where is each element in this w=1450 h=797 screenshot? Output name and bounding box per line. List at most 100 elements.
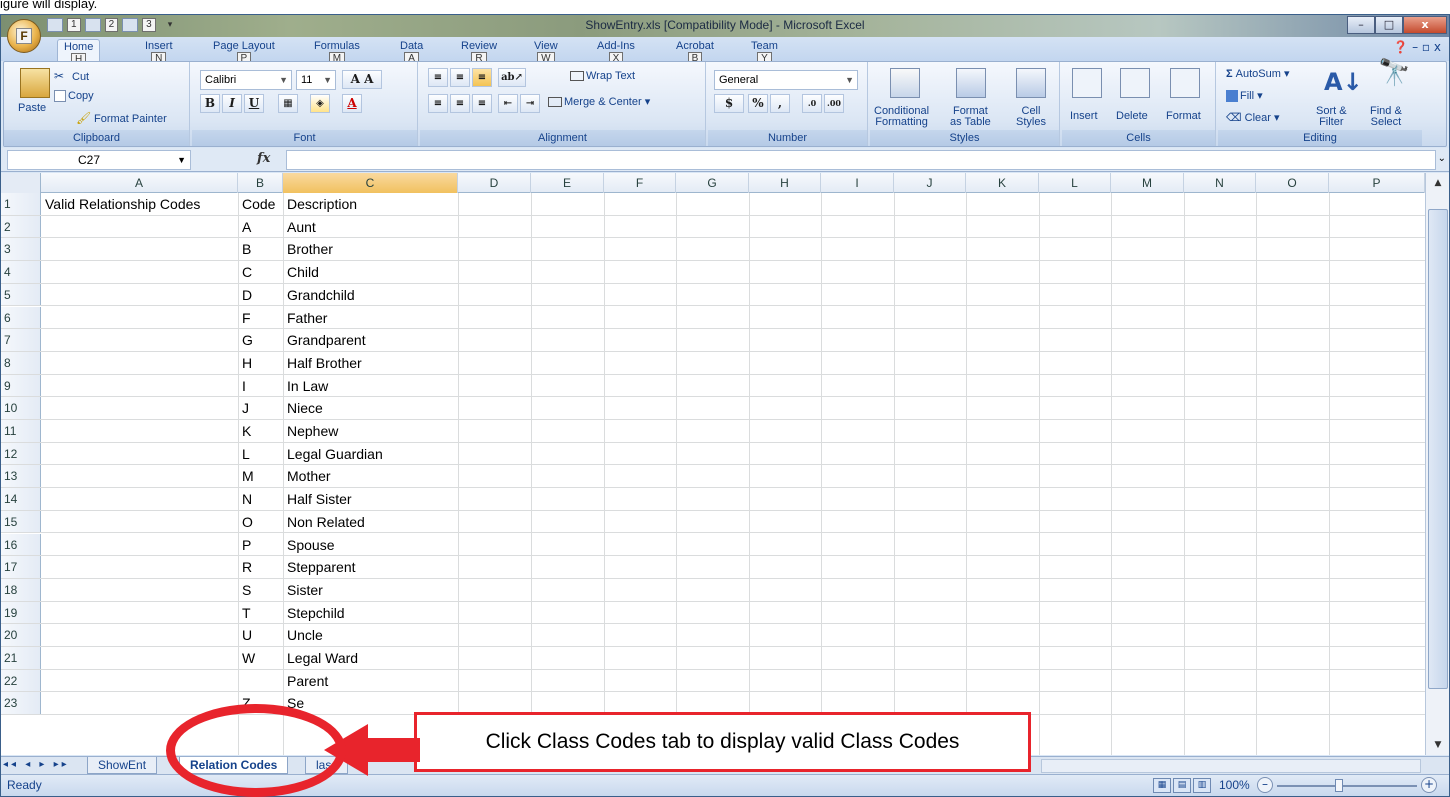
- cell-b[interactable]: P: [238, 534, 283, 556]
- cell-a[interactable]: [41, 670, 238, 692]
- cell-b[interactable]: D: [238, 284, 283, 306]
- cell-c[interactable]: Brother: [283, 238, 458, 260]
- row-header[interactable]: 2: [1, 215, 41, 238]
- column-header-p[interactable]: P: [1329, 173, 1425, 193]
- cell-a[interactable]: Valid Relationship Codes: [41, 193, 238, 215]
- decrease-decimal-icon[interactable]: .00: [824, 94, 844, 113]
- cell-c[interactable]: Grandparent: [283, 329, 458, 351]
- align-bottom-icon[interactable]: ≡: [472, 68, 492, 87]
- row-header[interactable]: 19: [1, 601, 41, 624]
- align-left-icon[interactable]: ≡: [428, 94, 448, 113]
- cell-b[interactable]: I: [238, 375, 283, 397]
- cell-a[interactable]: [41, 261, 238, 283]
- scroll-up-icon[interactable]: ▲: [1428, 175, 1448, 191]
- column-header-h[interactable]: H: [749, 173, 821, 193]
- clear-button[interactable]: ⌫ Clear ▾: [1226, 112, 1280, 125]
- ribbon-restore-icon[interactable]: ▫: [1422, 40, 1430, 54]
- wrap-text-button[interactable]: Wrap Text: [570, 70, 635, 83]
- row-header[interactable]: 18: [1, 578, 41, 601]
- cell-a[interactable]: [41, 488, 238, 510]
- cell-b[interactable]: C: [238, 261, 283, 283]
- cell-c[interactable]: Non Related: [283, 511, 458, 533]
- paste-icon[interactable]: [20, 68, 50, 98]
- cell-c[interactable]: Legal Ward: [283, 647, 458, 669]
- cell-a[interactable]: [41, 511, 238, 533]
- cell-b[interactable]: J: [238, 397, 283, 419]
- zoom-slider-thumb[interactable]: [1335, 779, 1343, 792]
- merge-center-button[interactable]: Merge & Center ▾: [548, 96, 650, 109]
- percent-button[interactable]: %: [748, 94, 768, 113]
- cell-b[interactable]: R: [238, 556, 283, 578]
- cell-c[interactable]: Father: [283, 307, 458, 329]
- cell-c[interactable]: Grandchild: [283, 284, 458, 306]
- cell-a[interactable]: [41, 465, 238, 487]
- align-top-icon[interactable]: ≡: [428, 68, 448, 87]
- column-header-a[interactable]: A: [41, 173, 238, 193]
- find-select-button[interactable]: Find & Select: [1370, 106, 1402, 128]
- cell-a[interactable]: [41, 329, 238, 351]
- cell-a[interactable]: [41, 307, 238, 329]
- cell-b[interactable]: O: [238, 511, 283, 533]
- close-button[interactable]: x: [1403, 16, 1447, 34]
- decrease-indent-icon[interactable]: ⇤: [498, 94, 518, 113]
- cell-c[interactable]: Mother: [283, 465, 458, 487]
- cell-c[interactable]: Niece: [283, 397, 458, 419]
- font-color-icon[interactable]: A: [342, 94, 362, 113]
- italic-button[interactable]: I: [222, 94, 242, 113]
- increase-decimal-icon[interactable]: .0: [802, 94, 822, 113]
- sort-filter-button[interactable]: Sort & Filter: [1316, 106, 1347, 128]
- cell-c[interactable]: Uncle: [283, 624, 458, 646]
- autosum-button[interactable]: Σ AutoSum ▾: [1226, 68, 1290, 81]
- row-header[interactable]: 6: [1, 306, 41, 329]
- bold-button[interactable]: B: [200, 94, 220, 113]
- cell-a[interactable]: [41, 534, 238, 556]
- cell-b[interactable]: Code: [238, 193, 283, 215]
- maximize-button[interactable]: □: [1375, 16, 1403, 34]
- normal-view-icon[interactable]: ▦: [1153, 778, 1171, 793]
- cell-b[interactable]: B: [238, 238, 283, 260]
- row-header[interactable]: 4: [1, 261, 41, 283]
- cell-a[interactable]: [41, 579, 238, 601]
- cell-a[interactable]: [41, 647, 238, 669]
- row-header[interactable]: 21: [1, 647, 41, 669]
- expand-formula-bar-icon[interactable]: ⌄: [1438, 153, 1446, 164]
- cell-c[interactable]: Se: [283, 692, 458, 714]
- select-all-corner[interactable]: [1, 173, 41, 193]
- align-middle-icon[interactable]: ≡: [450, 68, 470, 87]
- conditional-formatting-button[interactable]: Conditional Formatting: [874, 106, 929, 128]
- format-as-table-button[interactable]: Format as Table: [950, 106, 991, 128]
- cell-a[interactable]: [41, 284, 238, 306]
- page-break-view-icon[interactable]: ▥: [1193, 778, 1211, 793]
- row-header[interactable]: 20: [1, 624, 41, 646]
- row-header[interactable]: 12: [1, 442, 41, 465]
- column-header-n[interactable]: N: [1184, 173, 1256, 193]
- fill-button[interactable]: Fill ▾: [1226, 90, 1263, 103]
- orientation-icon[interactable]: ab↗: [498, 68, 526, 87]
- cell-c[interactable]: Stepparent: [283, 556, 458, 578]
- row-header[interactable]: 7: [1, 329, 41, 351]
- cell-a[interactable]: [41, 352, 238, 374]
- cell-c[interactable]: Half Brother: [283, 352, 458, 374]
- column-header-o[interactable]: O: [1256, 173, 1329, 193]
- cell-a[interactable]: [41, 602, 238, 624]
- row-header[interactable]: 10: [1, 397, 41, 419]
- cell-a[interactable]: [41, 375, 238, 397]
- cell-b[interactable]: F: [238, 307, 283, 329]
- row-header[interactable]: 14: [1, 488, 41, 510]
- column-header-f[interactable]: F: [604, 173, 676, 193]
- cell-c[interactable]: Parent: [283, 670, 458, 692]
- cell-a[interactable]: [41, 443, 238, 465]
- cell-a[interactable]: [41, 624, 238, 646]
- row-header[interactable]: 3: [1, 238, 41, 261]
- scroll-down-icon[interactable]: ▼: [1428, 737, 1448, 753]
- column-header-b[interactable]: B: [238, 173, 283, 193]
- cell-styles-button[interactable]: Cell Styles: [1016, 106, 1046, 128]
- cell-b[interactable]: N: [238, 488, 283, 510]
- number-format-select[interactable]: General ▼: [714, 70, 858, 90]
- cell-b[interactable]: T: [238, 602, 283, 624]
- row-header[interactable]: 11: [1, 420, 41, 442]
- cut-button[interactable]: ✂ Cut: [54, 70, 89, 84]
- column-header-m[interactable]: M: [1111, 173, 1184, 193]
- column-header-e[interactable]: E: [531, 173, 604, 193]
- cell-b[interactable]: [238, 670, 283, 692]
